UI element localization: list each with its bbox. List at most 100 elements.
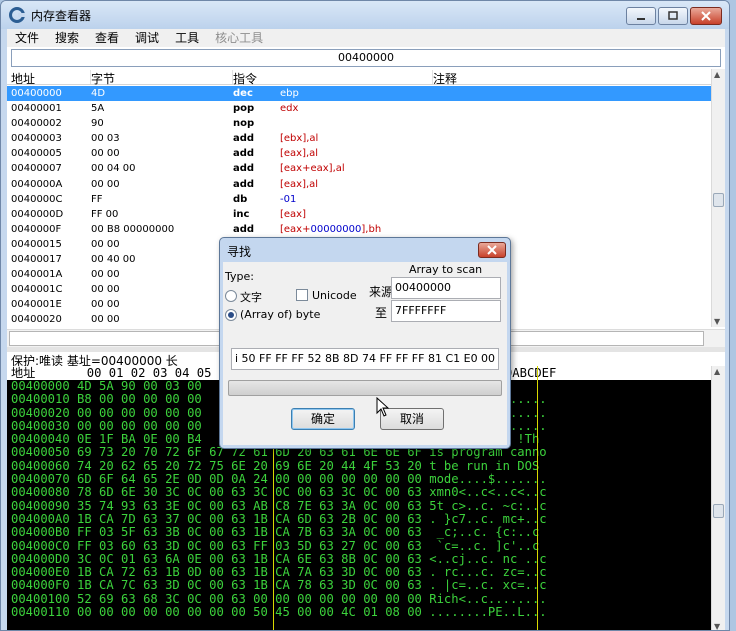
hex-row[interactable]: 004000E0 1B CA 72 63 1B 0D 00 63 1B CA 7…: [7, 565, 711, 579]
hex-row[interactable]: 00400090 35 74 93 63 3E 0C 00 63 AB C8 7…: [7, 499, 711, 513]
hex-scrollbar[interactable]: ▲ ▼: [711, 366, 725, 630]
unicode-checkbox[interactable]: [296, 289, 308, 301]
hex-row[interactable]: 004000C0 FF 03 60 63 3D 0C 00 63 FF 03 5…: [7, 539, 711, 553]
hex-row[interactable]: 004000B0 FF 03 5F 63 3B 0C 00 63 1B CA 7…: [7, 525, 711, 539]
disasm-row[interactable]: 00400007 00 04 00 add [eax+eax],al: [7, 161, 713, 176]
menu-bar: 文件 搜索 查看 调试 工具 核心工具: [7, 29, 725, 47]
disasm-row[interactable]: 00400000 4D dec ebp: [7, 86, 713, 102]
col-opcode[interactable]: 指令: [233, 70, 433, 86]
menu-search[interactable]: 搜索: [47, 29, 87, 47]
from-label: 来源: [369, 285, 394, 299]
disasm-row[interactable]: 00400002 90 nop: [7, 116, 713, 131]
operand-part: [ebx],al: [280, 133, 319, 145]
title-bar[interactable]: 内存查看器: [1, 1, 729, 29]
scroll-up-icon[interactable]: ▲: [714, 367, 720, 376]
row-address: 00400001: [11, 103, 62, 115]
minimize-button[interactable]: [626, 7, 656, 25]
minimize-icon: [637, 18, 645, 20]
menu-file[interactable]: 文件: [7, 29, 47, 47]
menu-kernel-tools: 核心工具: [215, 31, 264, 45]
disasm-scrollbar[interactable]: ▲ ▼: [711, 69, 725, 327]
operand-part: 00000000: [310, 223, 362, 235]
disasm-row[interactable]: 00400003 00 03 add [ebx],al: [7, 131, 713, 146]
scroll-down-icon[interactable]: ▼: [714, 317, 720, 326]
hex-row[interactable]: 00400110 00 00 00 00 00 00 00 00 50 45 0…: [7, 605, 711, 619]
cheat-engine-icon: [9, 7, 25, 23]
maximize-icon: [668, 11, 678, 20]
hex-row[interactable]: 00400080 78 6D 6E 30 3C 0C 00 63 3C 0C 0…: [7, 486, 711, 500]
row-address: 0040000C: [11, 193, 63, 205]
col-address[interactable]: 地址: [11, 70, 91, 86]
radio-text[interactable]: [225, 290, 237, 302]
operand-part: [eax+eax],al: [280, 163, 345, 175]
scroll-thumb[interactable]: [713, 193, 724, 207]
to-address-field[interactable]: 7FFFFFFF: [391, 300, 501, 322]
hex-row[interactable]: 004000A0 1B CA 7D 63 37 0C 00 63 1B CA 6…: [7, 512, 711, 526]
disasm-row[interactable]: 00400001 5A pop edx: [7, 101, 713, 116]
row-bytes: 00 B8 00000000: [91, 223, 175, 235]
row-opcode: pop: [233, 103, 255, 115]
row-address: 0040000D: [11, 208, 64, 220]
maximize-button[interactable]: [658, 7, 688, 25]
array-to-scan-label: Array to scan: [409, 263, 483, 276]
radio-byte-array[interactable]: [225, 309, 237, 321]
window-title: 内存查看器: [31, 9, 92, 23]
row-bytes: 90: [91, 118, 104, 130]
row-bytes: 00 40 00: [91, 254, 136, 266]
row-operands: [eax+00000000],bh: [280, 222, 381, 237]
disasm-address-bar[interactable]: 00400000: [11, 49, 721, 67]
row-address: 00400017: [11, 254, 62, 266]
disasm-row[interactable]: 0040000C FF db -01: [7, 192, 713, 207]
radio-text-label[interactable]: 文字: [240, 289, 262, 305]
row-address: 00400007: [11, 163, 62, 175]
col-bytes[interactable]: 字节: [91, 70, 233, 86]
row-opcode: add: [233, 178, 255, 190]
menu-view[interactable]: 查看: [87, 29, 127, 47]
row-bytes: 00 03: [91, 133, 120, 145]
disasm-row[interactable]: 0040000D FF 00 inc [eax]: [7, 207, 713, 222]
disasm-row[interactable]: 0040000F 00 B8 00000000 add [eax+00000000],…: [7, 222, 713, 237]
scroll-down-icon[interactable]: ▼: [714, 622, 720, 630]
search-bytes-input[interactable]: i 50 FF FF FF 52 8B 8D 74 FF FF FF 81 C1…: [231, 348, 499, 370]
row-bytes: 00 04 00: [91, 163, 136, 175]
row-address: 00400002: [11, 118, 62, 130]
row-opcode: add: [233, 163, 255, 175]
row-operands: edx: [280, 101, 298, 116]
disasm-row[interactable]: 00400005 00 00 add [eax],al: [7, 146, 713, 161]
hex-row[interactable]: 00400060 74 20 62 65 20 72 75 6E 20 69 6…: [7, 459, 711, 473]
row-operands: -01: [280, 192, 296, 207]
hex-row[interactable]: 00400100 52 69 63 68 3C 0C 00 63 00 00 0…: [7, 592, 711, 606]
menu-debug[interactable]: 调试: [127, 29, 167, 47]
scroll-thumb[interactable]: [713, 504, 724, 518]
row-address: 00400003: [11, 133, 62, 145]
row-bytes: 00 00: [91, 284, 120, 296]
dialog-close-button[interactable]: [478, 242, 506, 258]
from-address-field[interactable]: 00400000: [391, 277, 501, 299]
col-comment[interactable]: 注释: [433, 70, 713, 86]
dialog-title: 寻找: [227, 245, 252, 259]
row-address: 00400015: [11, 238, 62, 250]
disasm-row[interactable]: 0040000A 00 00 add [eax],al: [7, 177, 713, 192]
close-button[interactable]: [690, 7, 722, 25]
row-address: 00400020: [11, 314, 62, 326]
row-opcode: dec: [233, 88, 253, 99]
row-bytes: 5A: [91, 103, 105, 115]
row-opcode: add: [233, 148, 255, 160]
operand-part: [eax+: [280, 223, 311, 235]
hex-row[interactable]: 004000D0 3C 0C 01 63 6A 0E 00 63 1B CA 6…: [7, 552, 711, 566]
menu-tools[interactable]: 工具: [167, 29, 207, 47]
desktop-edge: [730, 315, 736, 335]
radio-byte-array-label[interactable]: (Array of) byte: [240, 308, 320, 321]
row-operands: [eax+eax],al: [280, 161, 345, 176]
ok-button[interactable]: 确定: [291, 408, 355, 430]
operand-part: [eax]: [280, 208, 307, 220]
scroll-up-icon[interactable]: ▲: [714, 70, 720, 79]
row-operands: [eax]: [280, 207, 306, 222]
hex-row[interactable]: 00400070 6D 6F 64 65 2E 0D 0D 0A 24 00 0…: [7, 472, 711, 486]
row-bytes: 00 00: [91, 314, 120, 326]
row-operands: [ebx],al: [280, 131, 318, 146]
unicode-label[interactable]: Unicode: [312, 289, 357, 302]
hex-row[interactable]: 004000F0 1B CA 7C 63 3D 0C 00 63 1B CA 7…: [7, 579, 711, 593]
row-bytes: 4D: [91, 88, 106, 99]
operand-part: [eax],al: [280, 148, 319, 160]
